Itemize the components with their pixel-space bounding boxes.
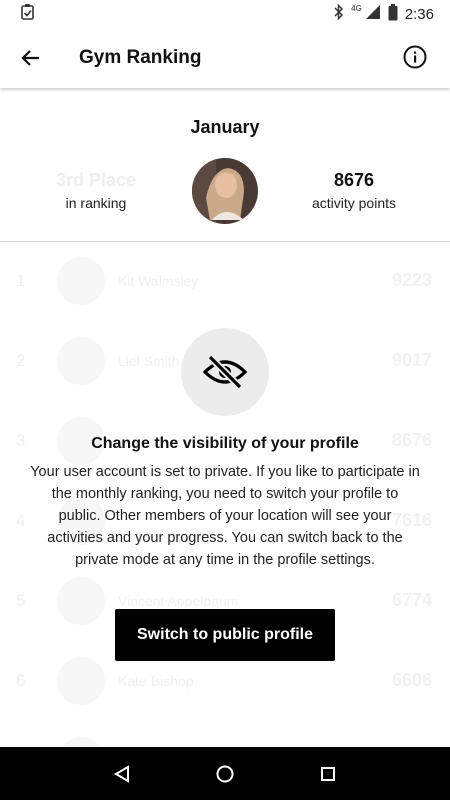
month-title: January — [190, 117, 260, 137]
task-check-icon — [20, 3, 36, 26]
dialog-body: Your user account is set to private. If … — [30, 464, 420, 568]
system-nav-bar — [0, 747, 450, 800]
status-icons: 4G 2:36 — [334, 3, 434, 25]
switch-to-public-button[interactable]: Switch to public profile — [115, 609, 335, 661]
arrow-back-icon — [21, 50, 39, 66]
bluetooth-icon — [334, 3, 344, 24]
place-block: 3rd Place in ranking — [40, 170, 152, 211]
status-bar: 4G 2:36 — [0, 0, 450, 28]
circle-home-icon — [216, 765, 234, 782]
user-summary: 3rd Place in ranking 8676 activity point… — [0, 156, 450, 226]
private-profile-overlay: Change the visibility of your profile Yo… — [0, 242, 450, 747]
nav-home-button[interactable] — [205, 754, 245, 794]
user-avatar — [192, 158, 258, 224]
signal-icon — [365, 4, 381, 24]
triangle-back-icon — [113, 764, 129, 783]
dialog-title: Change the visibility of your profile — [91, 435, 359, 452]
nav-recents-button[interactable] — [308, 754, 348, 794]
points-block: 8676 activity points — [294, 170, 414, 211]
info-icon — [403, 45, 427, 69]
points-value: 8676 — [333, 170, 375, 190]
place-value: 3rd Place — [55, 170, 137, 190]
square-recents-icon — [321, 766, 336, 781]
place-label: in ranking — [65, 195, 127, 211]
page-title: Gym Ranking — [79, 47, 202, 68]
battery-icon — [388, 3, 398, 25]
nav-back-button[interactable] — [102, 754, 142, 794]
app-bar: Gym Ranking — [0, 28, 450, 88]
points-label: activity points — [311, 195, 397, 211]
network-type: 4G — [351, 3, 362, 13]
eye-off-icon — [202, 354, 248, 390]
clock: 2:36 — [404, 5, 434, 23]
info-button[interactable] — [402, 44, 430, 72]
back-button[interactable] — [14, 42, 46, 74]
visibility-badge — [181, 328, 269, 416]
